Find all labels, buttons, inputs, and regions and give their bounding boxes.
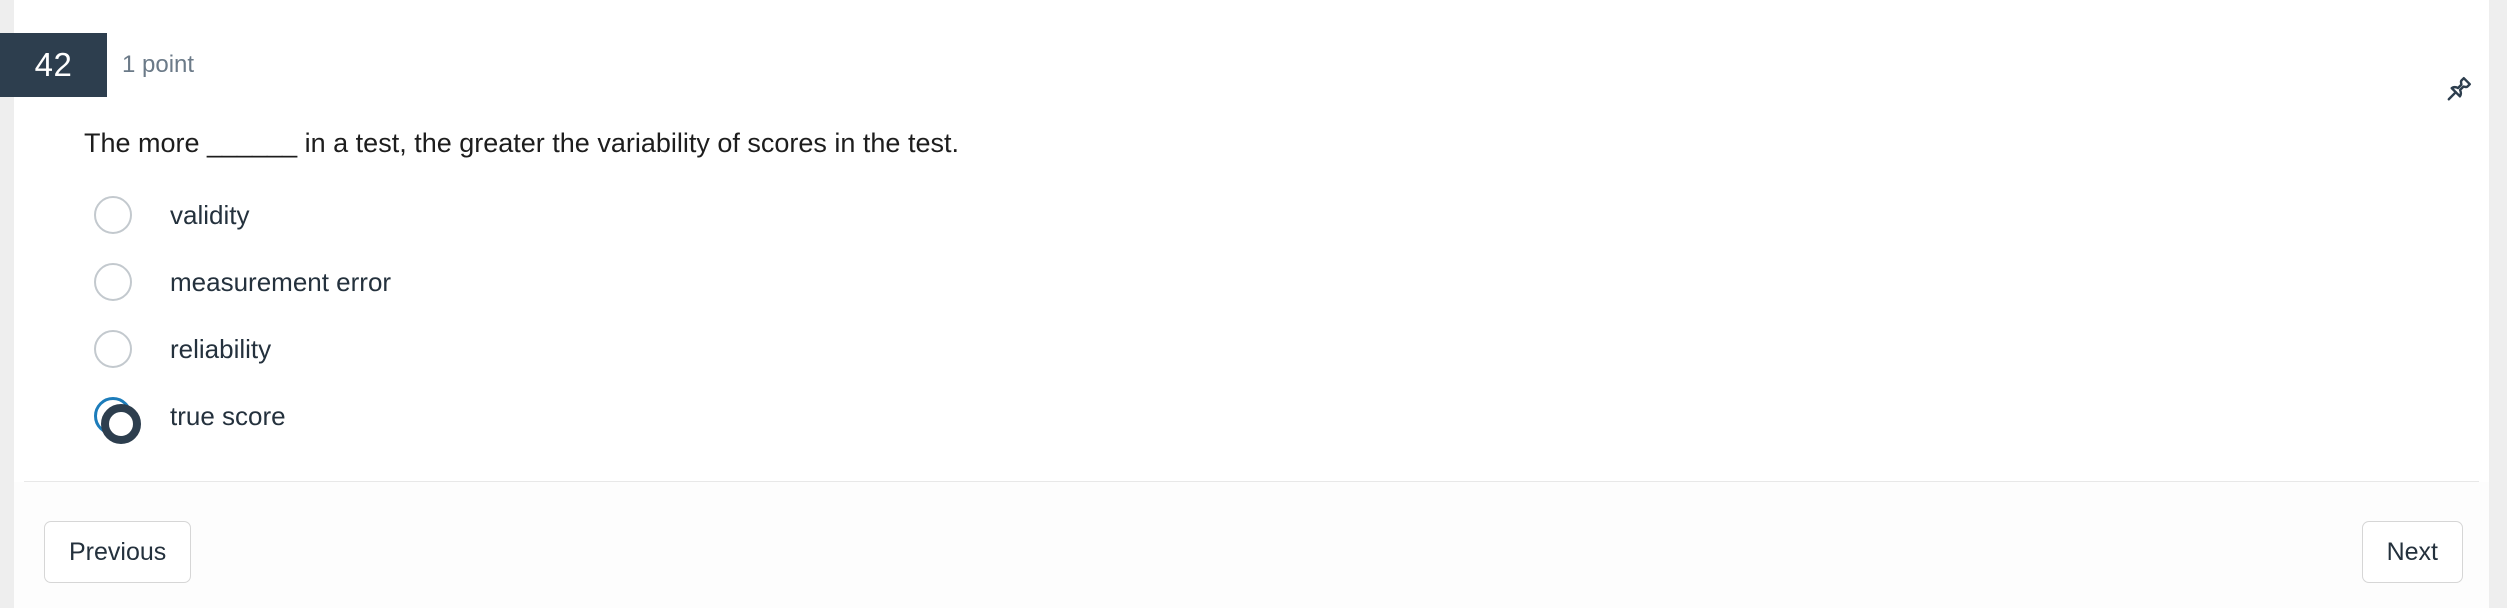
answer-option-true-score[interactable]: true score <box>84 382 2429 449</box>
radio-button-measurement-error[interactable] <box>94 262 132 301</box>
radio-button-true-score[interactable] <box>94 396 141 444</box>
question-number-badge: 42 <box>0 33 107 97</box>
previous-button[interactable]: Previous <box>44 521 192 583</box>
answer-option-label: measurement error <box>170 266 392 297</box>
question-footer: Previous Next <box>14 482 2489 608</box>
pushpin-icon <box>2441 73 2475 107</box>
question-prompt: The more ______ in a test, the greater t… <box>84 128 959 158</box>
answer-option-reliability[interactable]: reliability <box>84 315 2429 382</box>
answer-option-label: validity <box>170 199 250 230</box>
answer-option-validity[interactable]: validity <box>84 181 2429 248</box>
next-button[interactable]: Next <box>2361 521 2463 583</box>
radio-button-validity[interactable] <box>94 195 132 234</box>
pin-question-button[interactable] <box>2427 59 2489 121</box>
page-gutter-right <box>2489 0 2507 608</box>
answer-option-label: true score <box>170 400 286 431</box>
radio-button-reliability[interactable] <box>94 329 132 368</box>
question-header: 42 1 point <box>0 33 2489 101</box>
answer-option-measurement-error[interactable]: measurement error <box>84 248 2429 315</box>
answer-option-label: reliability <box>170 333 272 364</box>
question-body: The more ______ in a test, the greater t… <box>84 126 2429 449</box>
answer-options-list: validity measurement error reliability t… <box>84 181 2429 449</box>
question-card: 42 1 point The more ______ in a test, th… <box>0 0 2489 608</box>
question-points-label: 1 point <box>122 51 195 78</box>
